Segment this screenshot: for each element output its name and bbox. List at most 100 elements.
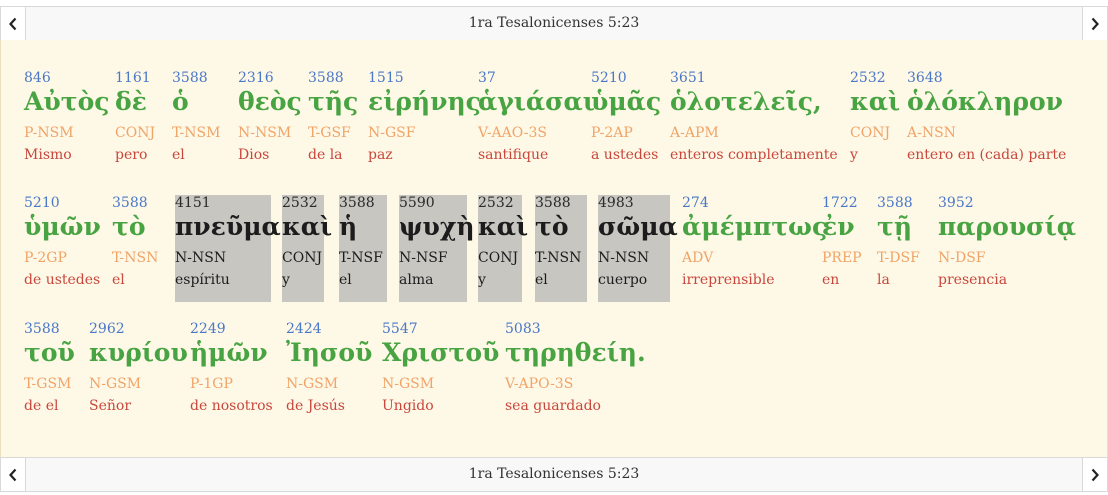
strong-number[interactable]: 2249: [190, 321, 226, 337]
strong-number[interactable]: 2532: [850, 70, 886, 86]
strong-number[interactable]: 2424: [286, 321, 322, 337]
interlinear-word[interactable]: 1515 εἰρήνης N-GSF paz: [368, 70, 481, 170]
interlinear-word-highlighted[interactable]: 2532 καὶ CONJ y: [478, 195, 528, 302]
greek-word[interactable]: ἡμῶν: [190, 338, 268, 367]
interlinear-word[interactable]: 3588 τοῦ T-GSM de el: [24, 321, 84, 421]
strong-number[interactable]: 5083: [505, 321, 541, 337]
strong-number[interactable]: 3651: [670, 70, 706, 86]
interlinear-word-highlighted[interactable]: 2532 καὶ CONJ y: [282, 195, 332, 302]
verse-reference[interactable]: 1ra Tesalonicenses 5:23: [31, 7, 1077, 40]
interlinear-word-highlighted[interactable]: 3588 τὸ T-NSN el: [535, 195, 587, 302]
strong-number[interactable]: 37: [478, 70, 496, 86]
interlinear-word[interactable]: 2249 ἡμῶν P-1GP de nosotros: [190, 321, 280, 421]
strong-number[interactable]: 3588: [172, 70, 208, 86]
greek-word[interactable]: θεὸς: [238, 87, 302, 116]
interlinear-word-highlighted[interactable]: 4151 πνεῦμα N-NSN espíritu: [175, 195, 281, 302]
interlinear-word[interactable]: 5210 ὑμᾶς P-2AP a ustedes: [591, 70, 663, 170]
interlinear-word[interactable]: 3588 τῆς T-GSF de la: [308, 70, 363, 170]
greek-word[interactable]: ἁγιάσαι: [478, 87, 595, 116]
greek-word[interactable]: καὶ: [850, 87, 900, 116]
greek-word[interactable]: τὸ: [535, 212, 569, 241]
strong-number[interactable]: 1515: [368, 70, 404, 86]
greek-word[interactable]: Αὐτὸς: [24, 87, 109, 116]
strong-number[interactable]: 3588: [24, 321, 60, 337]
strong-number[interactable]: 2532: [478, 195, 514, 211]
strong-number[interactable]: 3588: [308, 70, 344, 86]
parsing-code: T-NSM: [172, 125, 221, 141]
strong-number[interactable]: 3588: [112, 195, 148, 211]
greek-word[interactable]: τοῦ: [24, 338, 75, 367]
greek-word[interactable]: τηρηθείη.: [505, 338, 646, 367]
prev-verse-button[interactable]: [1, 7, 26, 40]
greek-word[interactable]: τὸ: [112, 212, 146, 241]
interlinear-word-highlighted[interactable]: 3588 ἡ T-NSF el: [339, 195, 387, 302]
strong-number[interactable]: 3952: [938, 195, 974, 211]
next-verse-button[interactable]: [1082, 458, 1107, 491]
strong-number[interactable]: 846: [24, 70, 51, 86]
parsing-code: N-NSN: [598, 250, 650, 266]
greek-word[interactable]: ψυχὴ: [399, 212, 475, 241]
strong-number[interactable]: 274: [682, 195, 709, 211]
greek-word[interactable]: κυρίου: [89, 338, 188, 367]
greek-word[interactable]: καὶ: [282, 212, 332, 241]
strong-number[interactable]: 4983: [598, 195, 634, 211]
interlinear-word[interactable]: 2532 καὶ CONJ y: [850, 70, 900, 170]
strong-number[interactable]: 4151: [175, 195, 211, 211]
greek-word[interactable]: Ἰησοῦ: [286, 338, 372, 367]
strong-number[interactable]: 2962: [89, 321, 125, 337]
interlinear-word[interactable]: 3588 ὁ T-NSM el: [172, 70, 232, 170]
greek-word[interactable]: παρουσίᾳ: [938, 212, 1076, 241]
interlinear-word[interactable]: 5547 Χριστοῦ N-GSM Ungido: [382, 321, 499, 421]
greek-word[interactable]: τῆς: [308, 87, 358, 116]
prev-verse-button[interactable]: [1, 458, 26, 491]
interlinear-word[interactable]: 3651 ὁλοτελεῖς, A-APM enteros completame…: [670, 70, 840, 170]
gloss-text: la: [877, 272, 890, 288]
greek-word[interactable]: δὲ: [115, 87, 147, 116]
strong-number[interactable]: 3648: [907, 70, 943, 86]
interlinear-word[interactable]: 274 ἀμέμπτως ADV irreprensible: [682, 195, 827, 295]
interlinear-word[interactable]: 5210 ὑμῶν P-2GP de ustedes: [24, 195, 106, 295]
greek-word[interactable]: εἰρήνης: [368, 87, 481, 116]
strong-number[interactable]: 5210: [24, 195, 60, 211]
verse-reference[interactable]: 1ra Tesalonicenses 5:23: [31, 458, 1077, 491]
strong-number[interactable]: 1722: [822, 195, 858, 211]
strong-number[interactable]: 5210: [591, 70, 627, 86]
interlinear-word[interactable]: 1161 δὲ CONJ pero: [115, 70, 165, 170]
strong-number[interactable]: 2532: [282, 195, 318, 211]
greek-word[interactable]: ἀμέμπτως: [682, 212, 827, 241]
strong-number[interactable]: 3588: [535, 195, 571, 211]
strong-number[interactable]: 3588: [877, 195, 913, 211]
greek-word[interactable]: ὑμᾶς: [591, 87, 661, 116]
interlinear-word-highlighted[interactable]: 5590 ψυχὴ N-NSF alma: [399, 195, 475, 302]
interlinear-word[interactable]: 2424 Ἰησοῦ N-GSM de Jesús: [286, 321, 376, 421]
strong-number[interactable]: 5547: [382, 321, 418, 337]
interlinear-word-highlighted[interactable]: 4983 σῶμα N-NSN cuerpo: [598, 195, 678, 302]
greek-word[interactable]: ἡ: [339, 212, 357, 241]
strong-number[interactable]: 2316: [238, 70, 274, 86]
greek-word[interactable]: ὁλόκληρον: [907, 87, 1063, 116]
greek-word[interactable]: ὑμῶν: [24, 212, 101, 241]
greek-word[interactable]: ὁ: [172, 87, 189, 116]
interlinear-word[interactable]: 2962 κυρίου N-GSM Señor: [89, 321, 188, 421]
interlinear-word[interactable]: 3648 ὁλόκληρον A-NSN entero en (cada) pa…: [907, 70, 1077, 170]
interlinear-word[interactable]: 846 Αὐτὸς P-NSM Mismo: [24, 70, 109, 170]
greek-word[interactable]: ἐν: [822, 212, 855, 241]
greek-word[interactable]: ὁλοτελεῖς,: [670, 87, 822, 116]
interlinear-word[interactable]: 3588 τῇ T-DSF la: [877, 195, 929, 295]
greek-word[interactable]: Χριστοῦ: [382, 338, 499, 367]
greek-word[interactable]: καὶ: [478, 212, 528, 241]
greek-word[interactable]: σῶμα: [598, 212, 678, 241]
interlinear-word[interactable]: 3588 τὸ T-NSN el: [112, 195, 170, 295]
greek-word[interactable]: πνεῦμα: [175, 212, 281, 241]
strong-number[interactable]: 1161: [115, 70, 151, 86]
greek-word[interactable]: τῇ: [877, 212, 912, 241]
interlinear-word[interactable]: 37 ἁγιάσαι V-AAO-3S santifique: [478, 70, 595, 170]
gloss-text: espíritu: [175, 272, 230, 288]
interlinear-word[interactable]: 5083 τηρηθείη. V-APO-3S sea guardado: [505, 321, 646, 421]
next-verse-button[interactable]: [1082, 7, 1107, 40]
strong-number[interactable]: 3588: [339, 195, 375, 211]
interlinear-word[interactable]: 1722 ἐν PREP en: [822, 195, 870, 295]
strong-number[interactable]: 5590: [399, 195, 435, 211]
interlinear-word[interactable]: 2316 θεὸς N-NSM Dios: [238, 70, 302, 170]
interlinear-word[interactable]: 3952 παρουσίᾳ N-DSF presencia: [938, 195, 1076, 295]
